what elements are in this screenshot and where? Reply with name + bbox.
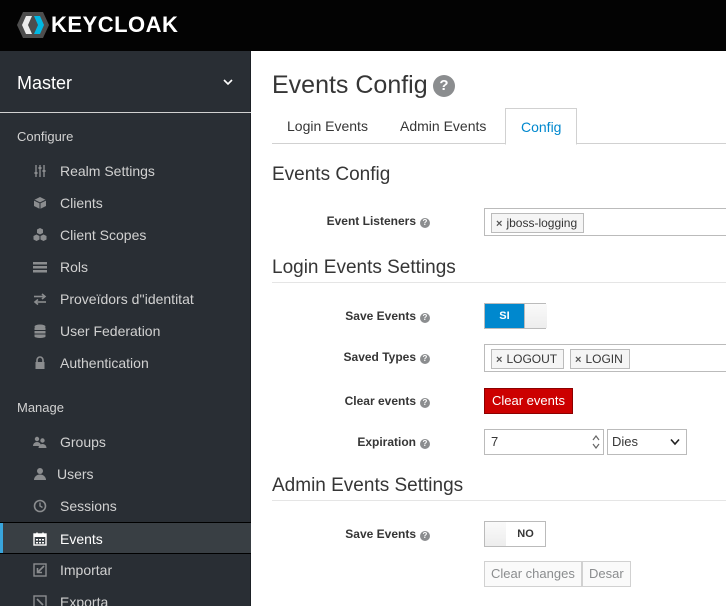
sidebar-item-roles[interactable]: Rols <box>0 251 251 283</box>
saved-types-label: Saved Types? <box>270 350 430 364</box>
chevron-down-icon <box>223 79 233 86</box>
help-icon[interactable]: ? <box>420 354 430 364</box>
sidebar-item-users[interactable]: Users <box>0 458 251 490</box>
cube-icon <box>33 197 47 209</box>
sliders-icon <box>34 165 46 177</box>
events-config-heading: Events Config <box>272 164 391 185</box>
sidebar-item-events[interactable]: Events <box>0 522 251 554</box>
toggle-knob <box>524 304 547 328</box>
keycloak-logo-icon <box>17 12 49 38</box>
help-icon[interactable]: ? <box>420 313 430 323</box>
brand-name: KEYCLOAK <box>51 12 179 37</box>
list-icon <box>33 262 47 273</box>
clock-icon <box>33 499 47 513</box>
tab-login-events[interactable]: Login Events <box>272 108 383 144</box>
top-navbar: KEYCLOAK <box>0 0 726 51</box>
users-icon <box>33 436 47 448</box>
clear-events-button[interactable]: Clear events <box>484 388 573 414</box>
calendar-icon <box>33 532 47 546</box>
remove-tag-icon[interactable]: × <box>575 354 581 366</box>
user-icon <box>34 468 46 480</box>
sidebar-item-groups[interactable]: Groups <box>0 426 251 458</box>
login-save-events-toggle[interactable]: SI <box>484 303 547 329</box>
sidebar-item-identity-providers[interactable]: Proveïdors d''identitat <box>0 283 251 315</box>
sidebar-item-authentication[interactable]: Authentication <box>0 347 251 379</box>
main-content: Events Config ? Login Events Admin Event… <box>252 51 726 606</box>
exchange-icon <box>33 293 47 306</box>
expiration-label: Expiration? <box>270 435 430 449</box>
realm-name: Master <box>17 73 73 93</box>
tag-login: × LOGIN <box>570 349 630 369</box>
sidebar: Master Configure Realm Settings Clients … <box>0 51 251 606</box>
admin-events-settings-heading: Admin Events Settings <box>272 475 464 496</box>
sidebar-item-realm-settings[interactable]: Realm Settings <box>0 155 251 187</box>
sidebar-item-user-federation[interactable]: User Federation <box>0 315 251 347</box>
section-divider <box>272 282 726 283</box>
login-save-events-label: Save Events? <box>270 309 430 323</box>
help-icon[interactable]: ? <box>433 75 455 97</box>
admin-save-events-label: Save Events? <box>270 527 430 541</box>
tab-admin-events[interactable]: Admin Events <box>385 108 501 144</box>
number-spinner-icon[interactable] <box>590 433 602 451</box>
keycloak-logo[interactable]: KEYCLOAK <box>17 10 178 40</box>
saved-types-input[interactable]: × LOGOUT × LOGIN <box>484 344 726 372</box>
sidebar-item-import[interactable]: Importar <box>0 554 251 586</box>
configure-section-label: Configure <box>17 129 74 144</box>
toggle-knob <box>485 522 508 546</box>
export-icon <box>33 595 47 606</box>
sidebar-item-client-scopes[interactable]: Client Scopes <box>0 219 251 251</box>
help-icon[interactable]: ? <box>420 218 430 228</box>
help-icon[interactable]: ? <box>420 531 430 541</box>
save-button[interactable]: Desar <box>582 561 631 587</box>
sidebar-item-sessions[interactable]: Sessions <box>0 490 251 522</box>
chevron-down-icon <box>670 438 680 446</box>
toggle-on-label: SI <box>485 304 524 328</box>
event-listeners-input[interactable]: × jboss-logging <box>484 208 726 236</box>
tag-jboss-logging: × jboss-logging <box>491 213 585 233</box>
admin-save-events-toggle[interactable]: NO <box>484 521 546 547</box>
cubes-icon <box>33 228 47 241</box>
remove-tag-icon[interactable]: × <box>496 354 502 366</box>
realm-selector[interactable]: Master <box>0 51 251 113</box>
event-listeners-label: Event Listeners? <box>270 214 430 228</box>
sidebar-item-export[interactable]: Exporta <box>0 586 251 606</box>
tab-config[interactable]: Config <box>505 108 578 145</box>
help-icon[interactable]: ? <box>420 398 430 408</box>
clear-events-label: Clear events? <box>270 394 430 408</box>
toggle-off-label: NO <box>506 522 545 546</box>
remove-tag-icon[interactable]: × <box>496 218 502 230</box>
help-icon[interactable]: ? <box>420 439 430 449</box>
database-icon <box>34 324 46 338</box>
tag-logout: × LOGOUT <box>491 349 565 369</box>
tab-bar: Login Events Admin Events Config <box>272 108 726 145</box>
expiration-input[interactable]: 7 <box>484 429 604 455</box>
manage-section-label: Manage <box>17 400 64 415</box>
sidebar-item-clients[interactable]: Clients <box>0 187 251 219</box>
page-title: Events Config <box>272 71 428 99</box>
expiration-unit-select[interactable]: Dies <box>607 429 687 455</box>
lock-icon <box>35 356 45 369</box>
login-events-settings-heading: Login Events Settings <box>272 257 456 278</box>
import-icon <box>33 563 47 577</box>
section-divider <box>272 500 726 501</box>
clear-changes-button[interactable]: Clear changes <box>484 561 582 587</box>
